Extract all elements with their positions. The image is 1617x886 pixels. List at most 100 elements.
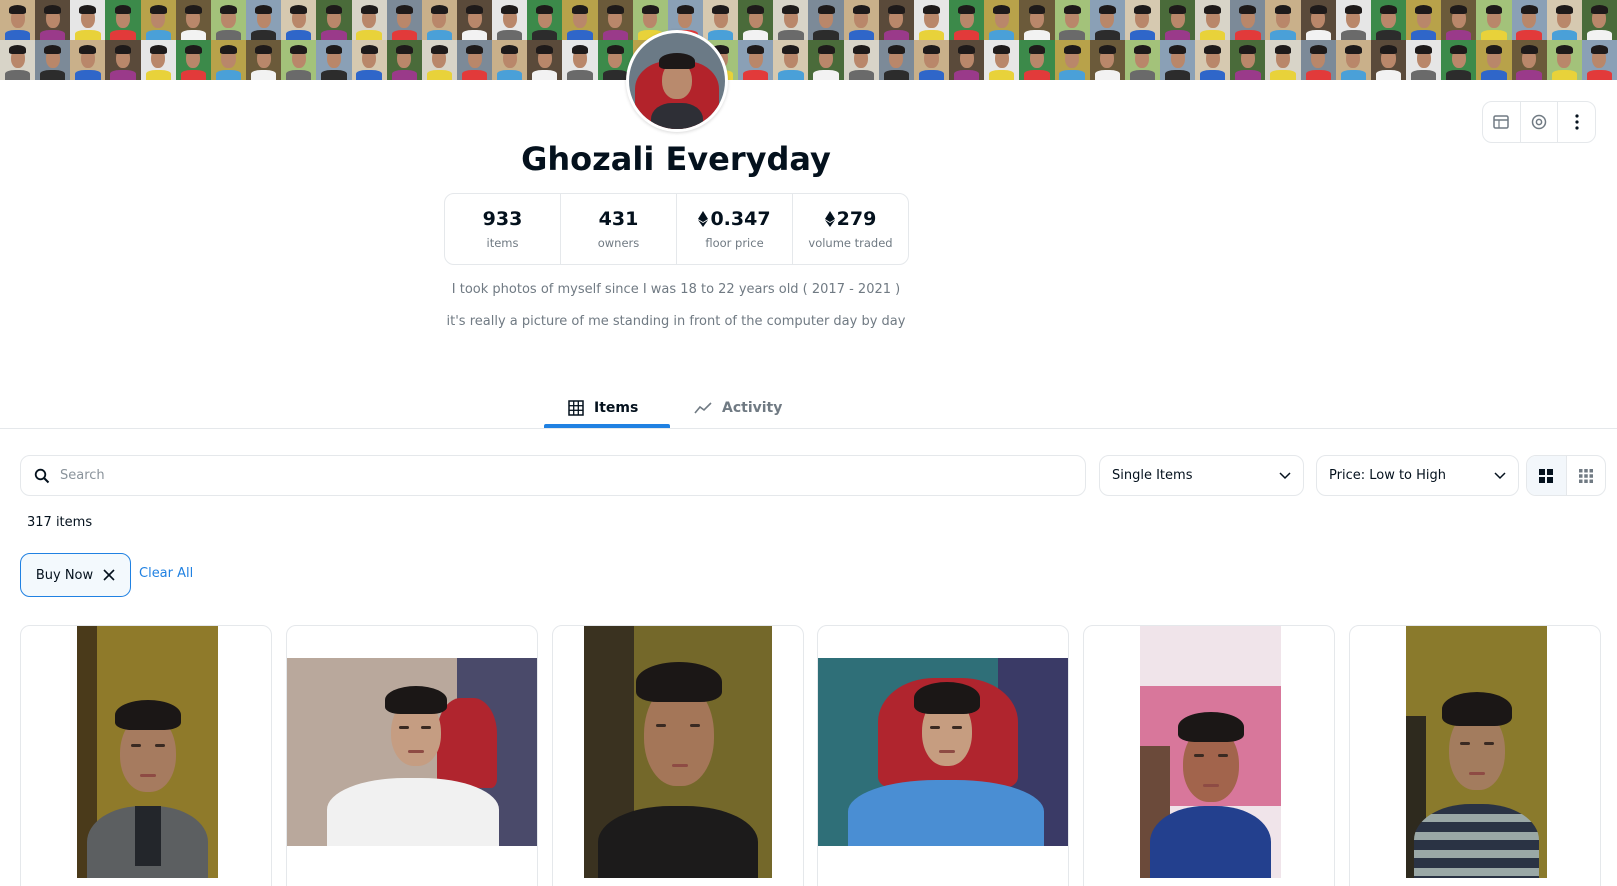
banner-tile: [1511, 0, 1547, 40]
banner-tile: [1019, 0, 1055, 40]
trend-line-icon: [694, 402, 712, 414]
tabs-divider: [0, 428, 1617, 429]
banner-tile: [246, 40, 282, 80]
banner-tile: [843, 40, 879, 80]
banner-tile: [1300, 40, 1336, 80]
item-image: [1406, 626, 1547, 878]
search-input[interactable]: [60, 468, 960, 483]
filter-chip-buy-now[interactable]: Buy Now: [20, 553, 131, 597]
item-card[interactable]: [20, 625, 272, 886]
collection-description-line: I took photos of myself since I was 18 t…: [451, 282, 901, 297]
banner-tile: [738, 0, 774, 40]
banner-tile: [421, 40, 457, 80]
banner-tile: [281, 40, 317, 80]
close-icon[interactable]: [103, 569, 115, 581]
item-card[interactable]: [552, 625, 804, 886]
stat-volume-traded[interactable]: 279 volume traded: [793, 194, 908, 264]
banner-tile: [175, 0, 211, 40]
sort-select-value: Price: Low to High: [1329, 468, 1447, 483]
stat-owners[interactable]: 431 owners: [561, 194, 677, 264]
banner-tile: [808, 0, 844, 40]
banner-tile: [878, 0, 914, 40]
banner-tile: [1265, 0, 1301, 40]
stat-label: owners: [597, 236, 640, 250]
website-button[interactable]: [1483, 102, 1521, 142]
stat-floor-price[interactable]: 0.347 floor price: [677, 194, 793, 264]
sort-select[interactable]: Price: Low to High: [1316, 455, 1519, 496]
item-type-select[interactable]: Single Items: [1099, 455, 1304, 496]
banner-tile: [1476, 0, 1512, 40]
banner-tile: [843, 0, 879, 40]
banner-tile: [878, 40, 914, 80]
tab-activity[interactable]: Activity: [694, 388, 782, 428]
banner-tile: [492, 40, 528, 80]
banner-tile: [281, 0, 317, 40]
banner-tile: [808, 40, 844, 80]
search-icon: [34, 468, 50, 483]
banner-tile: [949, 0, 985, 40]
banner-tile: [105, 0, 141, 40]
banner-tile: [386, 40, 422, 80]
large-grid-view-button[interactable]: [1527, 456, 1567, 495]
banner-tile: [140, 40, 176, 80]
banner-tile: [773, 0, 809, 40]
more-vertical-icon: [1575, 114, 1579, 130]
banner-tile: [773, 40, 809, 80]
item-card[interactable]: [817, 625, 1069, 886]
collection-title: Ghozali Everyday: [521, 140, 831, 178]
banner-tile: [316, 40, 352, 80]
small-grid-icon: [1578, 468, 1593, 483]
ethereum-icon: [698, 211, 709, 227]
banner-tile: [492, 0, 528, 40]
chevron-down-icon: [1279, 471, 1291, 479]
banner-tile: [1441, 40, 1477, 80]
chevron-down-icon: [1494, 471, 1506, 479]
banner-tile: [1160, 40, 1196, 80]
banner-tile: [140, 0, 176, 40]
banner-tile: [1370, 0, 1407, 40]
banner-tile: [1300, 0, 1336, 40]
item-card[interactable]: [286, 625, 538, 886]
banner-tile: [703, 0, 739, 40]
banner-tile: [1230, 0, 1266, 40]
item-image: [287, 658, 537, 846]
banner-tile: [527, 40, 563, 80]
banner-tile: [1230, 40, 1266, 80]
clear-all-link[interactable]: Clear All: [139, 566, 193, 581]
item-image: [1140, 626, 1281, 878]
banner-tile: [421, 0, 457, 40]
collection-description-line: it's really a picture of me standing in …: [446, 314, 906, 329]
stat-value: 279: [836, 208, 877, 230]
banner-tile: [316, 0, 352, 40]
banner-tile: [984, 0, 1020, 40]
banner-tile: [70, 40, 106, 80]
collection-avatar: [626, 30, 728, 132]
banner-tile: [984, 40, 1020, 80]
results-count: 317 items: [27, 515, 93, 530]
banner-tile: [1054, 0, 1090, 40]
more-options-button[interactable]: [1558, 102, 1595, 142]
banner-tile: [35, 0, 71, 40]
tab-items[interactable]: Items: [568, 388, 638, 428]
banner-tile: [1195, 0, 1231, 40]
banner-tile: [1019, 40, 1055, 80]
collection-page: Ghozali Everyday 933 items 431 owners 0.…: [0, 0, 1617, 886]
banner-tile: [35, 40, 71, 80]
header-actions: [1482, 101, 1596, 143]
stat-value: 0.347: [710, 208, 771, 230]
small-grid-view-button[interactable]: [1567, 456, 1606, 495]
banner-tile: [913, 40, 950, 80]
instagram-icon: [1531, 114, 1547, 130]
banner-tile: [1581, 0, 1617, 40]
item-card[interactable]: [1349, 625, 1601, 886]
banner-tile: [70, 0, 106, 40]
instagram-button[interactable]: [1521, 102, 1559, 142]
banner-tile: [175, 40, 211, 80]
tab-activity-label: Activity: [722, 400, 783, 416]
stat-items[interactable]: 933 items: [445, 194, 561, 264]
search-bar[interactable]: [20, 455, 1086, 496]
banner-tile: [527, 0, 563, 40]
banner-tile: [1406, 0, 1442, 40]
item-card[interactable]: [1083, 625, 1335, 886]
banner-tile: [351, 0, 387, 40]
